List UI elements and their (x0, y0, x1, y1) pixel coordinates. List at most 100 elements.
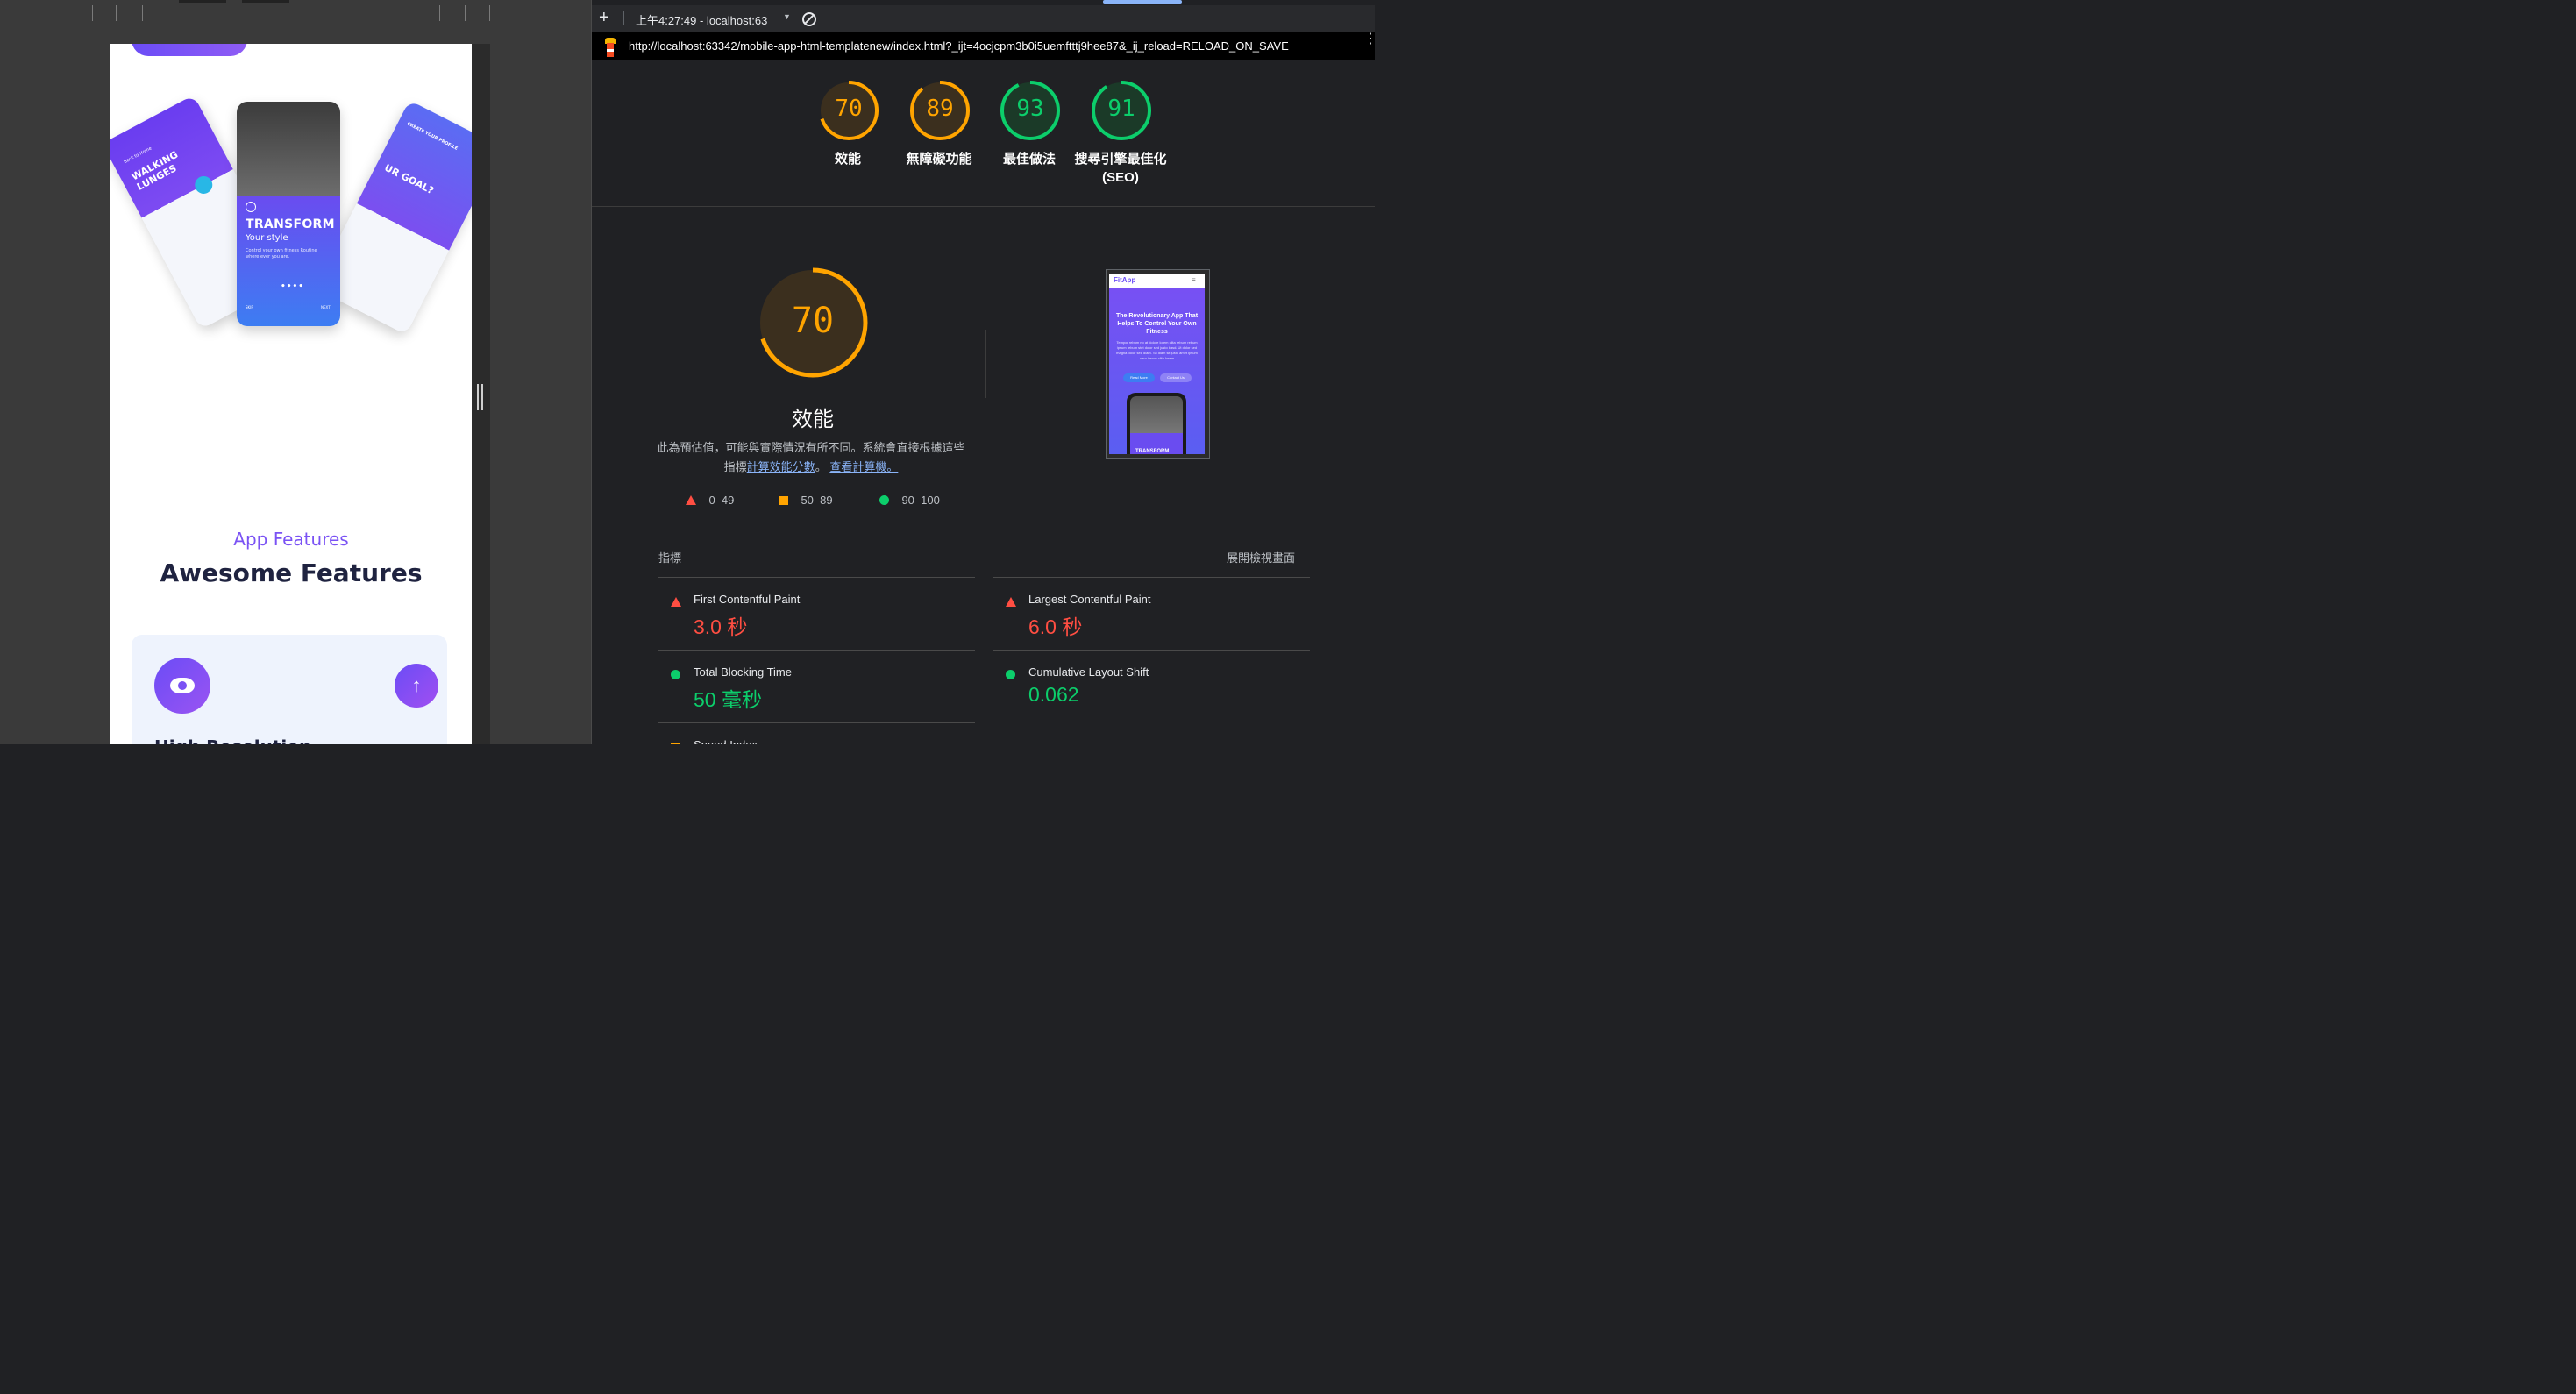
pass-circle-icon (879, 495, 889, 505)
average-square-icon (779, 496, 788, 505)
score-gauge[interactable]: 91 (1091, 80, 1152, 141)
legend-average: 50–89 (779, 494, 833, 507)
scroll-to-top-button[interactable]: ↑ (395, 664, 438, 708)
metric-value: 50 毫秒 (694, 688, 762, 711)
screenshot-phone-screen: TRANSFORM (1130, 396, 1183, 454)
more-options-icon[interactable]: ⋮ (1363, 32, 1375, 46)
performance-description: 此為預估值，可能與實際情況有所不同。系統會直接根據這些 指標計算效能分數。 查看… (653, 438, 969, 477)
section-eyebrow: App Features (233, 529, 349, 550)
score-gauge[interactable]: 93 (1000, 80, 1061, 141)
skip-label: SKIP (246, 305, 253, 309)
screenshot-headline: The Revolutionary App That Helps To Cont… (1115, 313, 1199, 335)
ruler-mark (489, 5, 490, 21)
metric-name: Total Blocking Time (694, 665, 792, 679)
screenshot-phone-text: TRANSFORM (1135, 449, 1170, 454)
pagination-dots: •••• (281, 282, 305, 291)
metric-name: Largest Contentful Paint (1028, 593, 1151, 606)
fail-triangle-icon (671, 594, 681, 610)
menu-icon: ≡ (1192, 276, 1196, 284)
metric-item: Largest Contentful Paint 6.0 秒 (993, 577, 1310, 647)
ruler-mark (142, 5, 143, 21)
url-bar: http://localhost:63342/mobile-app-html-t… (592, 32, 1375, 60)
metric-name: Speed Index (694, 738, 758, 744)
score-value: 70 (835, 96, 863, 122)
legend-range: 0–49 (708, 494, 735, 507)
ruler-block (179, 0, 226, 3)
hero-cta-button[interactable] (132, 44, 247, 56)
eye-pupil (178, 681, 187, 690)
metric-item: Total Blocking Time 50 毫秒 (658, 650, 975, 720)
metric-name: Cumulative Layout Shift (1028, 665, 1149, 679)
average-square-icon (671, 740, 680, 744)
desc-line: 此為預估值，可能與實際情況有所不同。系統會直接根據這些 (657, 441, 965, 454)
screenshot-content: FitApp ≡ The Revolutionary App That Help… (1109, 274, 1205, 454)
top-ruler (0, 0, 591, 25)
screenshot-contact: Contact Us (1160, 373, 1192, 382)
resize-grip (481, 384, 483, 410)
play-icon (191, 173, 216, 197)
performance-gauge: 70 (756, 266, 870, 380)
right-phone-title: UR GOAL? (382, 161, 436, 197)
legend-fail: 0–49 (686, 494, 734, 507)
toolbar-separator (623, 11, 624, 25)
fail-triangle-icon (686, 495, 696, 505)
desc-prefix: 指標 (723, 460, 747, 473)
ruler-block (242, 0, 289, 3)
hero-phone-center: TRANSFORM Your style Control your own fi… (237, 102, 340, 326)
score-label[interactable]: 搜尋引擎最佳化 (1059, 150, 1182, 168)
ruler-mark (92, 5, 93, 21)
view-calculator-link[interactable]: 查看計算機。 (829, 460, 898, 473)
add-icon[interactable]: + (599, 8, 609, 28)
center-phone-title: TRANSFORM (246, 217, 335, 231)
resize-grip (477, 384, 479, 410)
legend-pass: 90–100 (879, 494, 940, 507)
clear-icon[interactable] (802, 12, 816, 26)
ruler-mark (465, 5, 466, 21)
desc-mid: 。 (815, 460, 827, 473)
metric-item: Speed Index (658, 722, 975, 744)
score-label-suffix[interactable]: (SEO) (1059, 168, 1182, 187)
metric-value: 3.0 秒 (694, 615, 748, 638)
mobile-viewport[interactable]: Back to Home WALKING LUNGES CREATE YOUR … (110, 44, 472, 744)
section-divider (985, 330, 986, 398)
fail-triangle-icon (1006, 594, 1016, 610)
score-value: 93 (1016, 96, 1044, 122)
metric-value: 6.0 秒 (1028, 615, 1083, 638)
performance-title: 效能 (792, 408, 834, 431)
lighthouse-toolbar: + 上午4:27:49 - localhost:63 ▼ (592, 0, 1375, 32)
next-label: NEXT (321, 305, 331, 309)
header-divider (592, 206, 1375, 207)
expand-view-toggle[interactable]: 展開檢視畫面 (1227, 549, 1295, 565)
section-title: Awesome Features (160, 558, 423, 587)
performance-score: 70 (791, 301, 835, 341)
calc-score-link[interactable]: 計算效能分數 (747, 460, 815, 473)
screenshot-body: Tempor rebum no at dolore lorem clita re… (1116, 340, 1198, 360)
resize-handle[interactable] (477, 384, 484, 410)
lighthouse-logo-icon (602, 38, 618, 57)
active-tab-indicator (1103, 0, 1182, 4)
metric-value: 0.062 (1028, 683, 1079, 706)
chevron-down-icon[interactable]: ▼ (783, 12, 791, 21)
score-value: 91 (1107, 96, 1135, 122)
check-circle-icon (246, 202, 256, 212)
ruler-mark (116, 5, 117, 21)
screenshot-read-more: Read More (1123, 373, 1155, 382)
score-value: 89 (926, 96, 954, 122)
score-gauge[interactable]: 89 (909, 80, 971, 141)
final-screenshot[interactable]: FitApp ≡ The Revolutionary App That Help… (1106, 269, 1210, 459)
feature-icon-badge (154, 658, 210, 714)
metric-name: First Contentful Paint (694, 593, 801, 606)
metric-item: Cumulative Layout Shift 0.062 (993, 650, 1310, 720)
metrics-heading: 指標 (658, 551, 682, 565)
center-phone-body: Control your own fitness Routine where e… (246, 248, 317, 260)
pass-circle-icon (671, 667, 680, 683)
lighthouse-panel: + 上午4:27:49 - localhost:63 ▼ http://loca… (592, 0, 1375, 744)
center-phone-subtitle: Your style (246, 233, 288, 243)
legend-range: 90–100 (901, 494, 940, 507)
score-gauge[interactable]: 70 (818, 80, 879, 141)
legend-range: 50–89 (801, 494, 833, 507)
report-selector[interactable]: 上午4:27:49 - localhost:63 (636, 11, 767, 28)
metric-item: First Contentful Paint 3.0 秒 (658, 577, 975, 647)
audited-url[interactable]: http://localhost:63342/mobile-app-html-t… (629, 39, 1289, 53)
right-phone-caption: CREATE YOUR PROFILE (406, 121, 459, 152)
